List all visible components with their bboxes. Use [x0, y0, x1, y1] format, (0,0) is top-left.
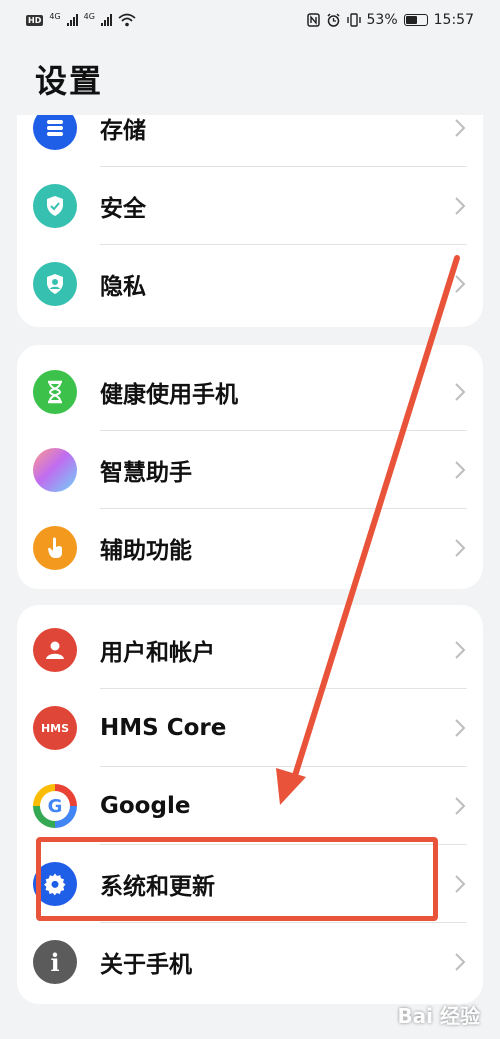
signal-icon — [66, 14, 78, 26]
page-title: 设置 — [35, 62, 104, 100]
google-icon-text: G — [47, 795, 63, 817]
signal-icon-2 — [100, 14, 112, 26]
watermark: Bai 经验 — [397, 1004, 480, 1028]
settings-item-accessibility[interactable]: 辅助功能 — [17, 509, 483, 587]
chevron-right-icon — [455, 119, 466, 137]
chevron-right-icon — [455, 275, 466, 293]
settings-item-privacy[interactable]: 隐私 — [17, 245, 483, 323]
hd-badge: HD — [26, 14, 44, 26]
alarm-icon — [326, 13, 340, 27]
settings-item-label: 辅助功能 — [100, 538, 192, 564]
settings-item-label: Google — [100, 793, 191, 819]
chevron-right-icon — [455, 383, 466, 401]
settings-group-1: 存储 安全 隐私 — [17, 115, 483, 327]
vibrate-icon — [346, 13, 361, 27]
chevron-right-icon — [455, 719, 466, 737]
storage-icon — [33, 115, 77, 150]
google-icon: G — [33, 784, 77, 828]
settings-group-3: 用户和帐户 HMS HMS Core G Google 系统和更新 i 关于手机 — [17, 605, 483, 1004]
settings-item-hms-core[interactable]: HMS HMS Core — [17, 689, 483, 767]
network-label-2: 4G — [83, 11, 95, 21]
settings-item-about-phone[interactable]: i 关于手机 — [17, 923, 483, 1001]
nfc-icon — [306, 13, 320, 27]
chevron-right-icon — [455, 953, 466, 971]
hms-icon: HMS — [33, 706, 77, 750]
chevron-right-icon — [455, 197, 466, 215]
settings-item-digital-balance[interactable]: 健康使用手机 — [17, 353, 483, 431]
settings-item-security[interactable]: 安全 — [17, 167, 483, 245]
chevron-right-icon — [455, 641, 466, 659]
info-icon: i — [33, 940, 77, 984]
user-icon — [33, 628, 77, 672]
settings-item-label: 系统和更新 — [100, 874, 215, 900]
chevron-right-icon — [455, 797, 466, 815]
network-label-1: 4G — [49, 11, 61, 21]
settings-item-label: 关于手机 — [100, 952, 192, 978]
settings-item-label: HMS Core — [100, 715, 227, 741]
settings-item-label: 用户和帐户 — [100, 640, 215, 666]
battery-level — [405, 16, 418, 24]
battery-icon — [403, 14, 428, 26]
settings-item-label: 安全 — [100, 196, 146, 222]
chevron-right-icon — [455, 875, 466, 893]
chevron-right-icon — [455, 461, 466, 479]
hourglass-icon — [33, 370, 77, 414]
settings-item-google[interactable]: G Google — [17, 767, 483, 845]
settings-item-users-accounts[interactable]: 用户和帐户 — [17, 611, 483, 689]
info-icon-text: i — [50, 947, 60, 977]
settings-group-2: 健康使用手机 智慧助手 辅助功能 — [17, 345, 483, 589]
status-left: HD 4G 4G — [26, 11, 136, 27]
hms-icon-text: HMS — [40, 721, 70, 735]
gear-icon — [33, 862, 77, 906]
privacy-icon — [33, 262, 77, 306]
status-bar: HD 4G 4G 53% 15:57 — [0, 0, 500, 40]
settings-item-storage[interactable]: 存储 — [17, 115, 483, 167]
clock: 15:57 — [433, 12, 474, 28]
assistant-icon — [33, 448, 77, 492]
settings-item-label: 存储 — [100, 118, 146, 144]
settings-item-label: 健康使用手机 — [100, 382, 238, 408]
settings-item-label: 智慧助手 — [100, 460, 192, 486]
settings-item-system-update[interactable]: 系统和更新 — [17, 845, 483, 923]
settings-item-label: 隐私 — [100, 274, 146, 300]
settings-item-assistant[interactable]: 智慧助手 — [17, 431, 483, 509]
wifi-icon — [118, 13, 136, 27]
chevron-right-icon — [455, 539, 466, 557]
battery-percent: 53% — [366, 12, 398, 28]
accessibility-icon — [33, 526, 77, 570]
shield-icon — [33, 184, 77, 228]
status-right: 53% 15:57 — [306, 12, 474, 28]
